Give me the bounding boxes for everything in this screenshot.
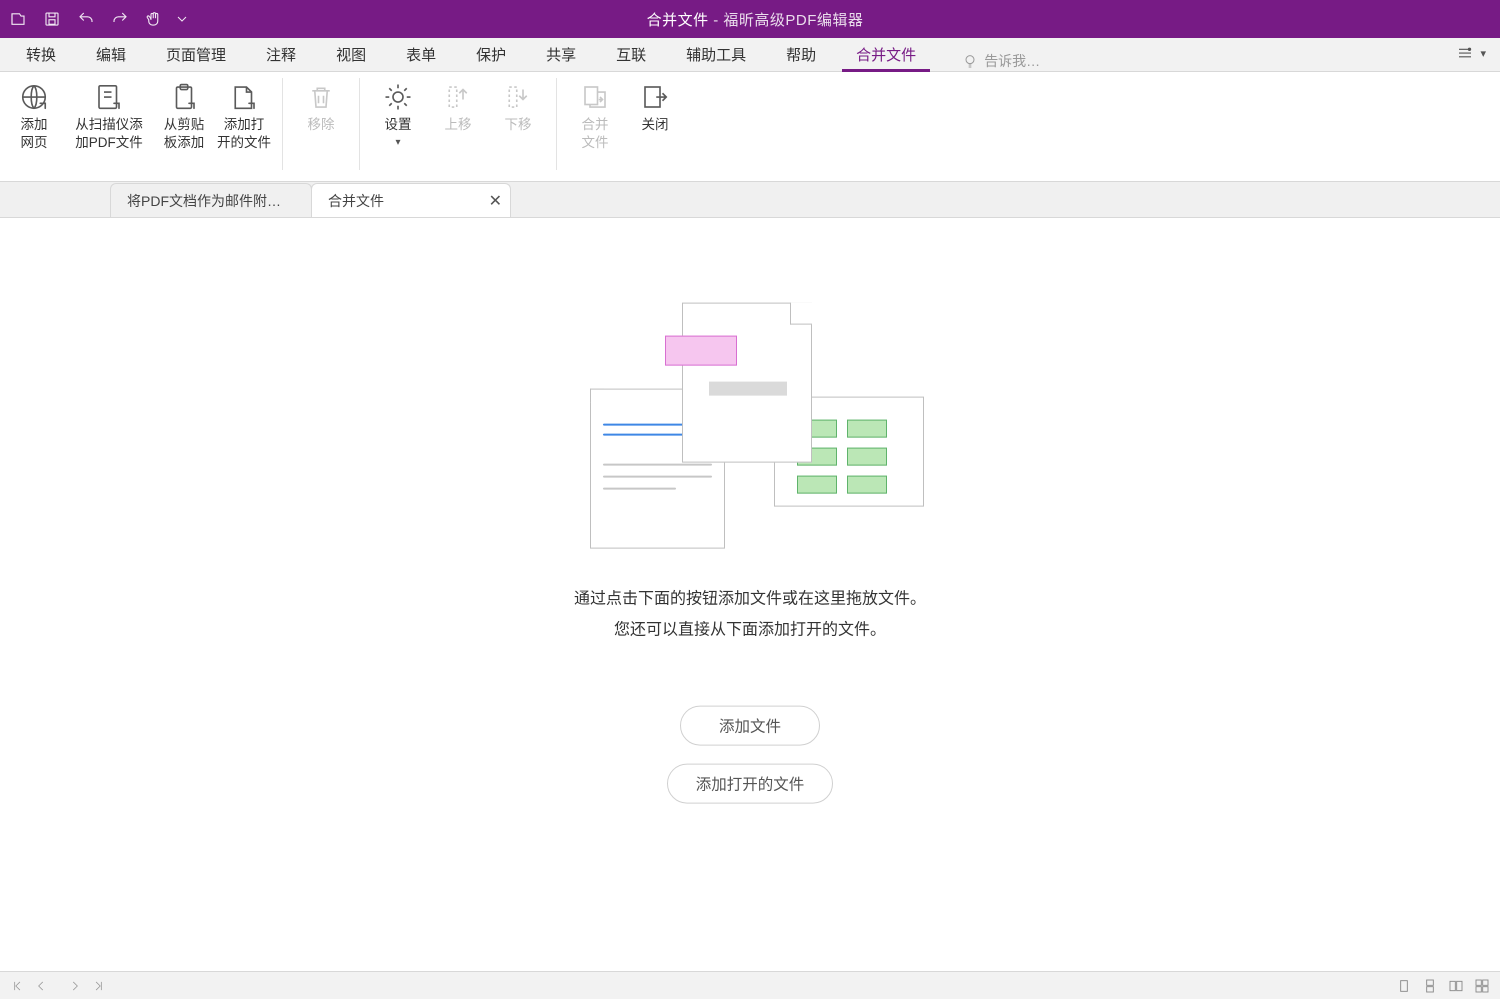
qat-more-icon[interactable] — [174, 5, 190, 33]
ribbon-tab-edit[interactable]: 编辑 — [82, 38, 140, 71]
exit-icon — [640, 82, 670, 112]
clipboard-icon — [169, 82, 199, 112]
view-continuous-icon[interactable] — [1422, 978, 1438, 994]
scanner-icon — [94, 82, 124, 112]
workspace[interactable]: 通过点击下面的按钮添加文件或在这里拖放文件。 您还可以直接从下面添加打开的文件。… — [0, 218, 1500, 971]
title-bar: 合并文件 - 福昕高级PDF编辑器 — [0, 0, 1500, 38]
ribbon-btn-remove: 移除 — [291, 78, 351, 134]
ribbon-tab-combine[interactable]: 合并文件 — [842, 38, 930, 71]
quick-access-toolbar — [0, 5, 190, 33]
document-tabstrip: 将PDF文档作为邮件附… 合并文件 ✕ — [0, 182, 1500, 218]
status-right — [1396, 978, 1490, 994]
ribbon-label: 合并 文件 — [582, 116, 609, 152]
lightbulb-icon — [962, 53, 978, 69]
ribbon-panel: 添加 网页 从扫描仪添 加PDF文件 从剪贴 板添加 添加打 开的文件 移除 设… — [0, 72, 1500, 182]
title-doc: 合并文件 — [647, 12, 709, 29]
ribbon-label: 添加打 开的文件 — [217, 116, 271, 152]
ribbon-separator — [282, 78, 283, 170]
move-up-icon — [443, 82, 473, 112]
move-down-icon — [503, 82, 533, 112]
qat-open-icon[interactable] — [4, 5, 32, 33]
ribbon-tabstrip: 转换 编辑 页面管理 注释 视图 表单 保护 共享 互联 辅助工具 帮助 合并文… — [0, 38, 1500, 72]
combine-illustration — [570, 295, 930, 555]
qat-hand-icon[interactable] — [140, 5, 168, 33]
status-left — [10, 979, 106, 993]
title-sep: - — [709, 12, 724, 29]
ribbon-separator — [359, 78, 360, 170]
document-tab-label: 合并文件 — [328, 191, 384, 211]
nav-first-icon[interactable] — [10, 979, 24, 993]
ribbon-btn-move-up: 上移 — [428, 78, 488, 150]
hint-text: 通过点击下面的按钮添加文件或在这里拖放文件。 您还可以直接从下面添加打开的文件。 — [490, 585, 1010, 646]
merge-icon — [580, 82, 610, 112]
ribbon-tab-help[interactable]: 帮助 — [772, 38, 830, 71]
ribbon-separator — [556, 78, 557, 170]
illus-sheet-front — [682, 303, 812, 463]
document-tab-active[interactable]: 合并文件 ✕ — [311, 183, 511, 217]
open-file-icon — [229, 82, 259, 112]
ribbon-btn-move-down: 下移 — [488, 78, 548, 150]
globe-icon — [19, 82, 49, 112]
ribbon-tab-protect[interactable]: 保护 — [462, 38, 520, 71]
tell-me-placeholder: 告诉我… — [984, 51, 1040, 71]
add-open-files-button[interactable]: 添加打开的文件 — [667, 764, 834, 804]
ribbon-tab-share[interactable]: 共享 — [532, 38, 590, 71]
ribbon-btn-add-open[interactable]: 添加打 开的文件 — [214, 78, 274, 152]
ribbon-label: 上移 — [445, 116, 472, 134]
ribbon-tab-comment[interactable]: 注释 — [252, 38, 310, 71]
qat-undo-icon[interactable] — [72, 5, 100, 33]
view-facing-icon[interactable] — [1448, 978, 1464, 994]
hint-line-1: 通过点击下面的按钮添加文件或在这里拖放文件。 — [490, 585, 1010, 615]
ribbon-tab-page[interactable]: 页面管理 — [152, 38, 240, 71]
ribbon-btn-settings[interactable]: 设置 ▾ — [368, 78, 428, 150]
tell-me-search[interactable]: 告诉我… — [962, 51, 1040, 71]
ribbon-tab-convert[interactable]: 转换 — [12, 38, 70, 71]
ribbon-label: 移除 — [308, 116, 335, 134]
view-single-icon[interactable] — [1396, 978, 1412, 994]
ribbon-label: 下移 — [505, 116, 532, 134]
status-bar — [0, 971, 1500, 999]
ribbon-label: 关闭 — [642, 116, 669, 134]
title-app: 福昕高级PDF编辑器 — [723, 12, 863, 29]
nav-next-icon[interactable] — [68, 979, 82, 993]
options-icon — [1456, 44, 1474, 62]
ribbon-btn-add-clipboard[interactable]: 从剪贴 板添加 — [154, 78, 214, 152]
ribbon-btn-add-scanner[interactable]: 从扫描仪添 加PDF文件 — [64, 78, 154, 152]
ribbon-btn-close[interactable]: 关闭 — [625, 78, 685, 152]
ribbon-label: 添加 网页 — [21, 116, 48, 152]
gear-icon — [383, 82, 413, 112]
ribbon-tab-view[interactable]: 视图 — [322, 38, 380, 71]
ribbon-label: 设置 — [385, 116, 412, 134]
qat-save-icon[interactable] — [38, 5, 66, 33]
chevron-down-icon: ▾ — [395, 136, 400, 150]
ribbon-tab-connect[interactable]: 互联 — [602, 38, 660, 71]
document-tab-label: 将PDF文档作为邮件附… — [127, 191, 281, 211]
ribbon-label: 从剪贴 板添加 — [164, 116, 205, 152]
hint-line-2: 您还可以直接从下面添加打开的文件。 — [490, 615, 1010, 645]
ribbon-btn-merge: 合并 文件 — [565, 78, 625, 152]
view-facing-continuous-icon[interactable] — [1474, 978, 1490, 994]
ribbon-options[interactable]: ▾ — [1456, 44, 1486, 62]
window-title: 合并文件 - 福昕高级PDF编辑器 — [190, 9, 1320, 30]
nav-last-icon[interactable] — [92, 979, 106, 993]
ribbon-tab-form[interactable]: 表单 — [392, 38, 450, 71]
qat-redo-icon[interactable] — [106, 5, 134, 33]
close-icon[interactable]: ✕ — [489, 191, 502, 211]
ribbon-btn-add-web[interactable]: 添加 网页 — [4, 78, 64, 152]
drop-zone: 通过点击下面的按钮添加文件或在这里拖放文件。 您还可以直接从下面添加打开的文件。… — [490, 295, 1010, 804]
document-tab[interactable]: 将PDF文档作为邮件附… — [110, 183, 312, 217]
nav-prev-icon[interactable] — [34, 979, 48, 993]
ribbon-label: 从扫描仪添 加PDF文件 — [75, 116, 143, 152]
ribbon-tab-accessibility[interactable]: 辅助工具 — [672, 38, 760, 71]
add-files-button[interactable]: 添加文件 — [680, 706, 820, 746]
trash-icon — [306, 82, 336, 112]
